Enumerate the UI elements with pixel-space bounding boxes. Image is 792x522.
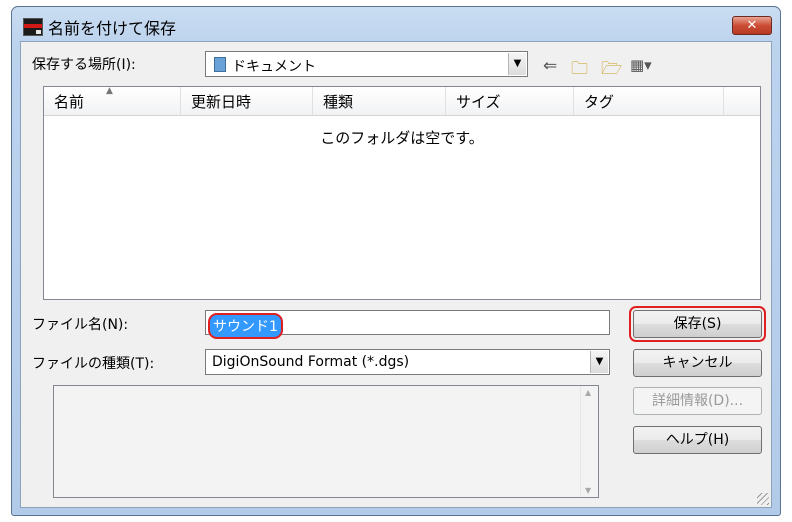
view-menu-icon[interactable]: ▦▾ [630,56,652,74]
resize-grip-icon[interactable] [757,493,769,505]
documents-folder-icon [214,57,226,72]
chevron-down-icon[interactable]: ▼ [508,53,526,75]
close-button[interactable]: ✕ [732,16,772,35]
sort-up-icon: ▲ [106,86,113,96]
save-as-dialog: 名前を付けて保存 ✕ 保存する場所(I): ドキュメント ▼ ⇐ 🗀 🗁 ▦▾ … [11,6,781,516]
filename-value: サウンド1 [208,313,283,339]
column-modified[interactable]: 更新日時 [181,87,313,115]
dialog-title: 名前を付けて保存 [48,19,177,38]
filetype-select[interactable]: DigiOnSound Format (*.dgs) ▼ [205,349,610,375]
dialog-body: 保存する場所(I): ドキュメント ▼ ⇐ 🗀 🗁 ▦▾ 名前 ▲ 更新日時 種類… [20,41,772,508]
column-name[interactable]: 名前 ▲ [44,86,181,115]
cancel-button[interactable]: キャンセル [633,349,762,377]
details-preview-pane: ▲ ▼ [53,385,599,498]
scroll-up-icon[interactable]: ▲ [585,388,591,397]
new-folder-icon[interactable]: 🗁 [601,56,622,85]
empty-folder-message: このフォルダは空です。 [320,129,484,147]
filetype-value: DigiOnSound Format (*.dgs) [212,354,410,370]
help-button[interactable]: ヘルプ(H) [633,426,762,454]
up-folder-icon[interactable]: 🗀 [571,56,588,85]
column-type[interactable]: 種類 [313,87,446,115]
back-icon[interactable]: ⇐ [543,56,557,76]
app-icon [23,18,43,36]
file-list[interactable]: 名前 ▲ 更新日時 種類 サイズ タグ このフォルダは空です。 [43,86,761,300]
chevron-down-icon[interactable]: ▼ [590,351,608,373]
save-button[interactable]: 保存(S) [629,306,766,342]
save-location-label: 保存する場所(I): [32,57,136,73]
scroll-down-icon[interactable]: ▼ [585,486,591,495]
column-tags[interactable]: タグ [574,87,724,115]
details-button[interactable]: 詳細情報(D)... [633,387,762,415]
preview-scrollbar[interactable]: ▲ ▼ [580,386,598,497]
save-location-value: ドキュメント [232,59,316,75]
filename-label: ファイル名(N): [32,317,129,333]
filetype-label: ファイルの種類(T): [32,356,155,372]
title-bar[interactable]: 名前を付けて保存 ✕ [12,7,780,41]
save-location-combo[interactable]: ドキュメント ▼ [205,51,528,77]
filename-input[interactable]: サウンド1 [205,310,610,339]
column-size[interactable]: サイズ [446,87,574,115]
list-header: 名前 ▲ 更新日時 種類 サイズ タグ [44,86,760,116]
